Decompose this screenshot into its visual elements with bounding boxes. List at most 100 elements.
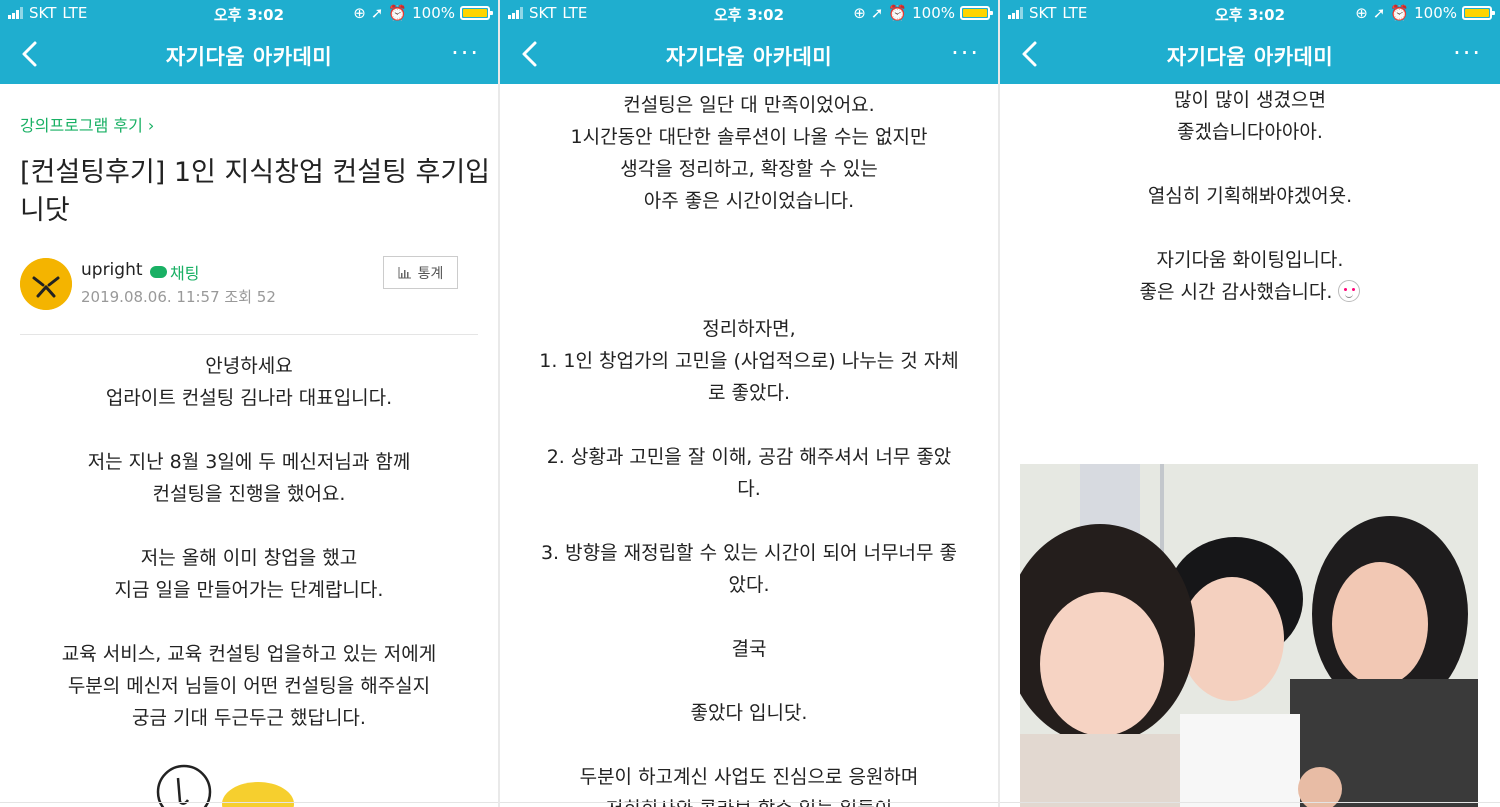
body-line: 지금 일을 만들어가는 단계랍니다. bbox=[114, 579, 384, 601]
battery-icon bbox=[960, 6, 993, 20]
body-line: 열심히 기획해봐야겠어욧. bbox=[1147, 185, 1353, 207]
body-line: 컨설팅은 일단 대 만족이었어요. bbox=[623, 94, 875, 116]
chat-bubble-icon bbox=[150, 266, 167, 278]
body-line bbox=[1000, 148, 1500, 180]
avatar[interactable] bbox=[20, 258, 72, 310]
sticker-image bbox=[156, 764, 294, 807]
body-line: 컨설팅을 진행을 했어요. bbox=[152, 483, 346, 505]
more-options-button[interactable]: ··· bbox=[951, 39, 980, 67]
location-icon: ➚ bbox=[370, 4, 384, 22]
body-line: 1. 1인 창업가의 고민을 (사업적으로) 나누는 것 자체 bbox=[539, 350, 959, 372]
post-meta: 2019.08.06. 11:57 조회 52 bbox=[81, 288, 276, 306]
body-line: 업라이트 컨설팅 김나라 대표입니다. bbox=[105, 387, 393, 409]
body-line: 생각을 정리하고, 확장할 수 있는 bbox=[620, 158, 878, 180]
group-photo-image bbox=[1020, 464, 1478, 807]
phone-screen-2: SKT LTE 오후 3:02 ⊕ ➚ ⏰ 100% 자기다움 아카데미 ···… bbox=[500, 0, 998, 807]
body-line: 2. 상황과 고민을 잘 이해, 공감 해주셔서 너무 좋았 bbox=[546, 446, 952, 468]
body-line: 두분의 메신저 님들이 어떤 컨설팅을 해주실지 bbox=[67, 675, 431, 697]
status-bar: SKT LTE 오후 3:02 ⊕ ➚ ⏰ 100% bbox=[500, 0, 998, 26]
body-line: 저희회사와 콜라보 할수 있는 일들이 bbox=[510, 793, 988, 807]
body-line bbox=[510, 281, 988, 313]
body-line: 로 좋았다. bbox=[708, 382, 790, 404]
body-line: 궁금 기대 두근두근 했답니다. bbox=[132, 707, 366, 729]
body-line: 3. 방향을 재정립할 수 있는 시간이 되어 너무너무 좋 bbox=[540, 542, 958, 564]
stats-button[interactable]: 통계 bbox=[383, 256, 458, 289]
body-line: 교육 서비스, 교육 컨설팅 업을하고 있는 저에게 bbox=[61, 643, 437, 665]
alarm-icon: ⏰ bbox=[1390, 4, 1410, 22]
body-line: 1시간동안 대단한 솔루션이 나올 수는 없지만 bbox=[570, 126, 928, 148]
body-line bbox=[510, 249, 988, 281]
post-content: 강의프로그램 후기 › [컨설팅후기] 1인 지식창업 컨설팅 후기입니닷 up… bbox=[0, 84, 498, 807]
body-line bbox=[510, 729, 988, 761]
body-line bbox=[510, 217, 988, 249]
body-line: 좋았다 입니닷. bbox=[690, 702, 808, 724]
more-options-button[interactable]: ··· bbox=[1453, 39, 1482, 67]
battery-percent: 100% bbox=[912, 4, 955, 22]
lock-rotation-icon: ⊕ bbox=[853, 4, 866, 22]
lock-rotation-icon: ⊕ bbox=[353, 4, 366, 22]
battery-percent: 100% bbox=[1414, 4, 1457, 22]
bottom-divider bbox=[0, 802, 498, 803]
app-header: 자기다움 아카데미 ··· bbox=[1000, 26, 1500, 84]
status-right: ⊕ ➚ ⏰ 100% bbox=[353, 4, 493, 22]
lock-rotation-icon: ⊕ bbox=[1355, 4, 1368, 22]
post-body: 많이 많이 생겼으면 좋겠습니다아아아. 열심히 기획해봐야겠어욧. 자기다움 … bbox=[1000, 84, 1500, 308]
post-title: [컨설팅후기] 1인 지식창업 컨설팅 후기입니닷 bbox=[20, 157, 491, 226]
bar-chart-icon bbox=[398, 266, 411, 278]
post-content: 컨설팅은 일단 대 만족이었어요. 1시간동안 대단한 솔루션이 나올 수는 없… bbox=[500, 84, 998, 807]
battery-icon bbox=[460, 6, 493, 20]
body-line bbox=[0, 606, 498, 638]
body-line: 저는 지난 8월 3일에 두 메신저님과 함께 bbox=[87, 451, 411, 473]
more-options-button[interactable]: ··· bbox=[451, 39, 480, 67]
chat-button[interactable]: 채팅 bbox=[150, 260, 199, 284]
body-line: 정리하자면, bbox=[702, 318, 796, 340]
phone-screen-1: SKT LTE 오후 3:02 ⊕ ➚ ⏰ 100% 자기다움 아카데미 ···… bbox=[0, 0, 498, 807]
header-title: 자기다움 아카데미 bbox=[665, 45, 833, 69]
body-line: 아주 좋은 시간이었습니다. bbox=[643, 190, 855, 212]
smile-emoji-icon bbox=[1338, 280, 1361, 302]
header-title: 자기다움 아카데미 bbox=[1166, 45, 1334, 69]
status-bar: SKT LTE 오후 3:02 ⊕ ➚ ⏰ 100% bbox=[0, 0, 498, 26]
post-body: 컨설팅은 일단 대 만족이었어요. 1시간동안 대단한 솔루션이 나올 수는 없… bbox=[510, 89, 988, 807]
body-line bbox=[510, 409, 988, 441]
alarm-icon: ⏰ bbox=[388, 4, 408, 22]
status-right: ⊕ ➚ ⏰ 100% bbox=[853, 4, 993, 22]
body-line bbox=[510, 505, 988, 537]
app-header: 자기다움 아카데미 ··· bbox=[0, 26, 498, 84]
body-line bbox=[0, 510, 498, 542]
body-line: 두분이 하고계신 사업도 진심으로 응원하며 bbox=[579, 766, 919, 788]
category-link[interactable]: 강의프로그램 후기 › bbox=[20, 112, 154, 136]
alarm-icon: ⏰ bbox=[888, 4, 908, 22]
post-content: 많이 많이 생겼으면 좋겠습니다아아아. 열심히 기획해봐야겠어욧. 자기다움 … bbox=[1000, 84, 1500, 807]
status-bar: SKT LTE 오후 3:02 ⊕ ➚ ⏰ 100% bbox=[1000, 0, 1500, 26]
battery-icon bbox=[1462, 6, 1495, 20]
post-body: 안녕하세요 업라이트 컨설팅 김나라 대표입니다. 저는 지난 8월 3일에 두… bbox=[0, 350, 498, 734]
body-line-with-emoji: 좋은 시간 감사했습니다. bbox=[1000, 276, 1500, 308]
divider bbox=[20, 334, 478, 335]
chat-label: 채팅 bbox=[170, 264, 200, 283]
body-line bbox=[1000, 212, 1500, 244]
author-name[interactable]: upright bbox=[81, 260, 143, 280]
location-icon: ➚ bbox=[870, 4, 884, 22]
body-line: 자기다움 화이팅입니다. bbox=[1156, 249, 1344, 271]
body-line: 저는 올해 이미 창업을 했고 bbox=[140, 547, 358, 569]
body-line: 많이 많이 생겼으면 bbox=[1174, 89, 1326, 111]
body-line bbox=[0, 414, 498, 446]
body-line: 결국 bbox=[731, 638, 767, 660]
group-photo[interactable] bbox=[1020, 464, 1478, 807]
screenshot-collage: SKT LTE 오후 3:02 ⊕ ➚ ⏰ 100% 자기다움 아카데미 ···… bbox=[0, 0, 1500, 807]
body-line bbox=[510, 665, 988, 697]
body-line bbox=[510, 601, 988, 633]
app-header: 자기다움 아카데미 ··· bbox=[500, 26, 998, 84]
battery-percent: 100% bbox=[412, 4, 455, 22]
status-right: ⊕ ➚ ⏰ 100% bbox=[1355, 4, 1495, 22]
phone-screen-3: SKT LTE 오후 3:02 ⊕ ➚ ⏰ 100% 자기다움 아카데미 ···… bbox=[1000, 0, 1500, 807]
header-title: 자기다움 아카데미 bbox=[165, 45, 333, 69]
body-line: 다. bbox=[737, 478, 761, 500]
body-line: 았다. bbox=[728, 574, 770, 596]
avatar-image bbox=[20, 258, 72, 310]
body-line: 좋겠습니다아아아. bbox=[1177, 121, 1323, 143]
bottom-divider bbox=[500, 802, 998, 803]
body-line: 안녕하세요 bbox=[205, 355, 293, 377]
location-icon: ➚ bbox=[1372, 4, 1386, 22]
